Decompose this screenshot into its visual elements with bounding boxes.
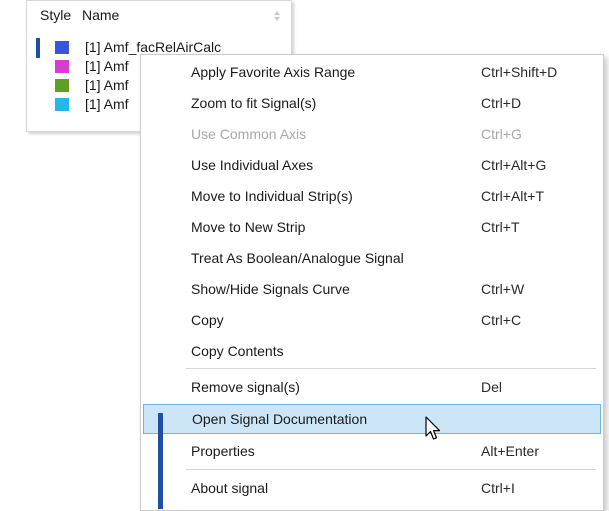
menu-item-treat-as-boolean[interactable]: Treat As Boolean/Analogue Signal: [141, 243, 603, 273]
menu-item-label: Use Individual Axes: [191, 157, 314, 173]
menu-item-shortcut: Ctrl+G: [481, 126, 522, 142]
signal-name: [1] Amf: [85, 77, 129, 93]
menu-item-remove-signals[interactable]: Remove signal(s) Del: [141, 372, 603, 402]
signal-color-swatch: [55, 98, 69, 111]
menu-item-use-individual-axes[interactable]: Use Individual Axes Ctrl+Alt+G: [141, 150, 603, 180]
menu-item-properties[interactable]: Properties Alt+Enter: [141, 436, 603, 466]
menu-item-shortcut: Ctrl+C: [481, 312, 522, 328]
signal-name: [1] Amf_facRelAirCalc: [85, 39, 222, 55]
menu-item-shortcut: Ctrl+Alt+G: [481, 157, 547, 173]
menu-item-label: Remove signal(s): [191, 379, 300, 395]
menu-item-copy[interactable]: Copy Ctrl+C: [141, 305, 603, 335]
context-menu: Apply Favorite Axis Range Ctrl+Shift+D Z…: [140, 54, 604, 511]
menu-item-label: Treat As Boolean/Analogue Signal: [191, 250, 404, 266]
signal-name: [1] Amf: [85, 58, 129, 74]
signal-color-swatch: [55, 41, 69, 54]
sort-arrows-icon[interactable]: [273, 11, 281, 21]
signal-color-swatch: [55, 60, 69, 73]
menu-item-show-hide-curve[interactable]: Show/Hide Signals Curve Ctrl+W: [141, 274, 603, 304]
menu-item-label: Properties: [191, 443, 255, 459]
signal-color-swatch: [55, 79, 69, 92]
menu-item-label: Move to Individual Strip(s): [191, 188, 353, 204]
menu-item-shortcut: Ctrl+T: [481, 219, 520, 235]
menu-item-copy-contents[interactable]: Copy Contents: [141, 336, 603, 366]
menu-item-shortcut: Ctrl+W: [481, 281, 525, 297]
menu-item-use-common-axis: Use Common Axis Ctrl+G: [141, 119, 603, 149]
menu-item-zoom-to-fit[interactable]: Zoom to fit Signal(s) Ctrl+D: [141, 88, 603, 118]
mouse-pointer-icon: [425, 416, 443, 442]
menu-item-open-signal-documentation[interactable]: Open Signal Documentation: [143, 404, 601, 434]
menu-item-shortcut: Alt+Enter: [481, 443, 539, 459]
menu-item-move-to-individual-strips[interactable]: Move to Individual Strip(s) Ctrl+Alt+T: [141, 181, 603, 211]
menu-item-about-signal[interactable]: About signal Ctrl+I: [141, 473, 603, 503]
menu-separator: [186, 469, 596, 470]
menu-item-shortcut: Ctrl+D: [481, 95, 522, 111]
menu-separator: [186, 368, 596, 369]
menu-item-shortcut: Del: [481, 379, 503, 395]
signal-name: [1] Amf: [85, 96, 129, 112]
menu-item-label: Move to New Strip: [191, 219, 306, 235]
menu-item-label: About signal: [191, 480, 269, 496]
menu-item-label: Use Common Axis: [191, 126, 307, 142]
menu-item-label: Open Signal Documentation: [192, 411, 368, 427]
menu-item-shortcut: Ctrl+Shift+D: [481, 64, 558, 80]
menu-item-label: Copy: [191, 312, 224, 328]
menu-item-label: Copy Contents: [191, 343, 284, 359]
column-header-name[interactable]: Name: [82, 7, 119, 23]
menu-item-shortcut: Ctrl+I: [481, 480, 515, 496]
menu-item-label: Show/Hide Signals Curve: [191, 281, 350, 297]
menu-item-move-to-new-strip[interactable]: Move to New Strip Ctrl+T: [141, 212, 603, 242]
column-header-style[interactable]: Style: [40, 7, 71, 23]
menu-item-label: Apply Favorite Axis Range: [191, 64, 356, 80]
menu-item-shortcut: Ctrl+Alt+T: [481, 188, 545, 204]
signal-list-header: Style Name: [27, 7, 291, 27]
menu-item-label: Zoom to fit Signal(s): [191, 95, 317, 111]
menu-item-apply-favorite-axis-range[interactable]: Apply Favorite Axis Range Ctrl+Shift+D: [141, 57, 603, 87]
strip-selection-indicator: [158, 413, 163, 509]
